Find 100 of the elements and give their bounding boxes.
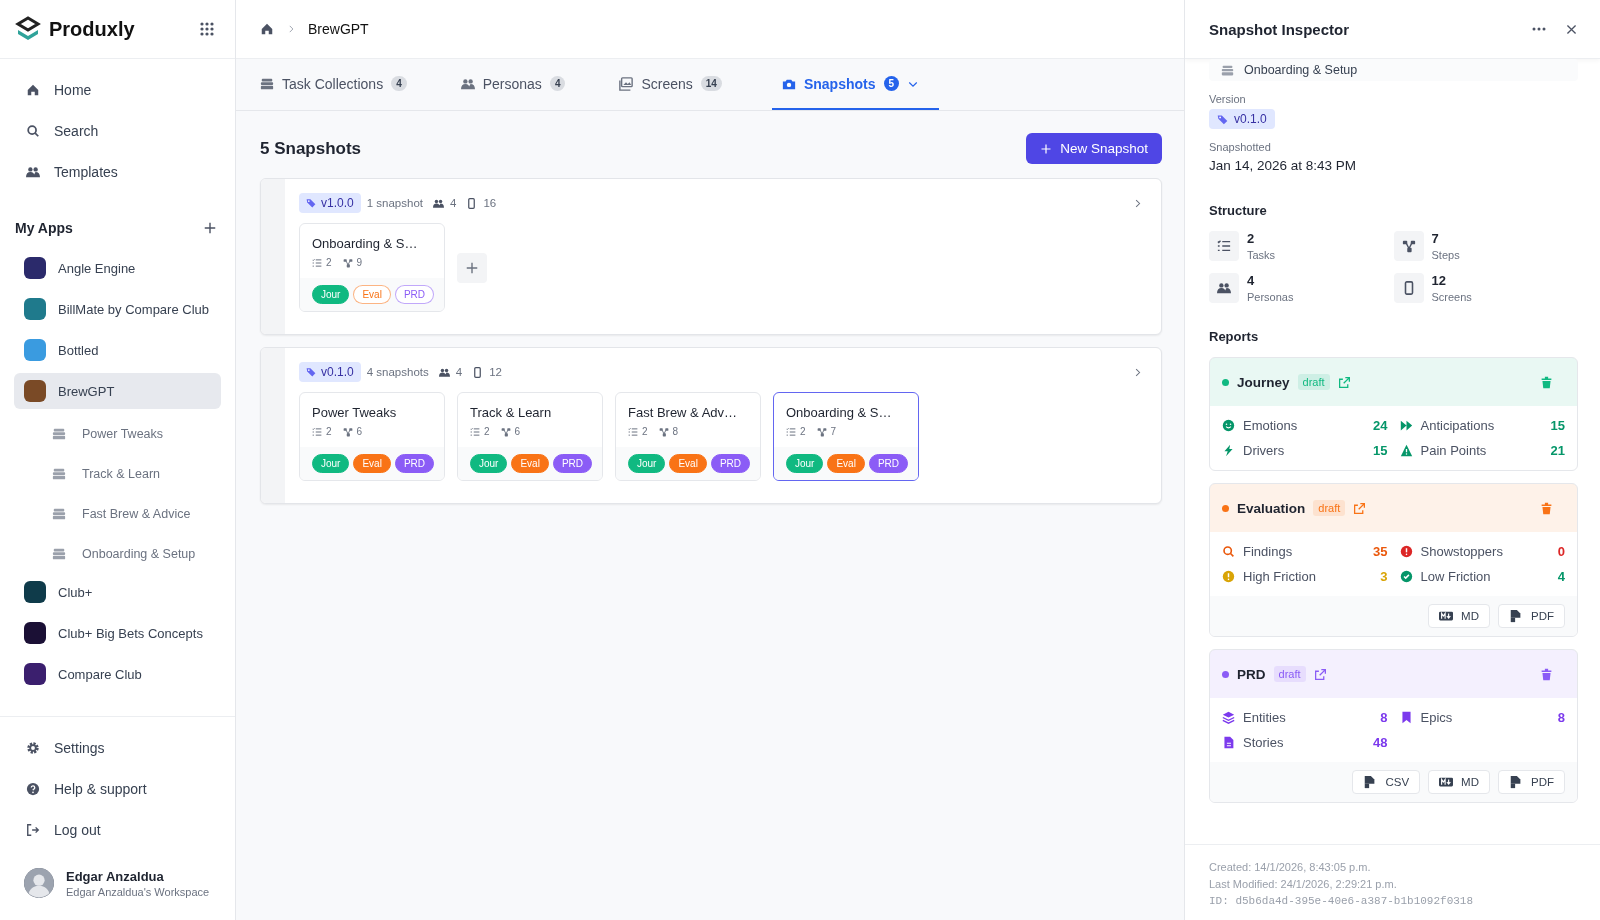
snapshot-card[interactable]: Power Tweaks 2 6 Jour Eval PRD	[299, 392, 445, 481]
tag-icon	[1217, 113, 1228, 125]
checklist-icon	[628, 426, 638, 437]
workspace-name: Edgar Anzaldua's Workspace	[66, 885, 210, 898]
snapshot-card[interactable]: Fast Brew & Adv… 2 8 Jour Eval PRD	[615, 392, 761, 481]
snapshot-card[interactable]: Onboarding & S… 2 7 Jour Eval PRD	[773, 392, 919, 481]
metric-value: 48	[1373, 735, 1388, 750]
step-count: 8	[672, 426, 679, 437]
report-name: Journey	[1237, 374, 1290, 390]
delete-button[interactable]	[1540, 375, 1553, 389]
tab[interactable]: Task Collections 4	[260, 59, 427, 110]
stat-value: 2	[1247, 231, 1256, 246]
close-button[interactable]	[1565, 22, 1578, 36]
tab[interactable]: Screens 14	[615, 59, 742, 110]
export-button[interactable]: MD	[1428, 604, 1490, 628]
collection-item[interactable]: Power Tweaks	[0, 414, 235, 454]
snapshot-card[interactable]: Track & Learn 2 6 Jour Eval PRD	[457, 392, 603, 481]
tab[interactable]: Personas 4	[456, 59, 586, 110]
app-item[interactable]: BrewGPT	[14, 373, 221, 409]
snapshot-title: Fast Brew & Adv…	[628, 405, 739, 420]
nav-link[interactable]: Settings	[14, 727, 221, 768]
phone-icon	[472, 366, 484, 378]
checklist-icon	[470, 426, 480, 437]
check-circle-icon	[1399, 570, 1413, 583]
new-snapshot-button[interactable]: New Snapshot	[1026, 133, 1162, 164]
app-item[interactable]: Club+ Big Bets Concepts	[14, 615, 221, 651]
snapshot-date: Jan 14, 2026 at 8:43 PM	[1209, 158, 1358, 173]
count-badge: 4	[391, 76, 407, 91]
metric-label: High Friction	[1243, 569, 1317, 584]
nav-link[interactable]: Templates	[14, 151, 221, 192]
plus-icon	[465, 261, 479, 275]
app-item[interactable]: BillMate by Compare Club	[14, 291, 221, 327]
status-badge: draft	[1273, 666, 1306, 682]
snapshot-title: Onboarding & S…	[786, 405, 893, 420]
report-badge[interactable]: PRD	[710, 454, 751, 473]
markdown-icon	[1439, 775, 1454, 789]
export-button[interactable]: PDF	[1498, 770, 1565, 794]
export-button[interactable]: MD	[1428, 770, 1490, 794]
checklist-icon	[312, 257, 322, 268]
open-external-button[interactable]	[1337, 375, 1351, 389]
external-link-icon	[1313, 667, 1327, 681]
snapshot-count: 4 snapshots	[366, 366, 429, 378]
report-badge[interactable]: PRD	[394, 454, 435, 473]
document-icon	[1222, 736, 1235, 749]
export-button[interactable]: PDF	[1498, 604, 1565, 628]
step-count: 9	[356, 257, 363, 268]
report-badge[interactable]: PRD	[868, 454, 909, 473]
snapshot-card[interactable]: Onboarding & S… 2 9 Jour Eval PRD	[299, 223, 445, 312]
app-item[interactable]: Bottled	[14, 332, 221, 368]
add-snapshot-button[interactable]	[457, 253, 487, 283]
export-button[interactable]: CSV	[1352, 770, 1421, 794]
status-badge: draft	[1297, 374, 1330, 390]
tab[interactable]: Snapshots 5	[771, 59, 940, 110]
collection-name: Onboarding & Setup	[1244, 63, 1358, 77]
plus-icon	[203, 221, 217, 235]
nav-link[interactable]: Home	[14, 69, 221, 110]
exclamation-icon	[1222, 570, 1235, 583]
stat-value: 4	[1247, 273, 1256, 288]
add-app-button[interactable]	[203, 221, 217, 235]
apps-grid-button[interactable]	[199, 21, 215, 37]
app-item[interactable]: Compare Club	[14, 656, 221, 692]
home-link[interactable]	[260, 22, 274, 36]
nav-link[interactable]: Help & support	[14, 768, 221, 809]
images-icon	[619, 76, 634, 91]
open-external-button[interactable]	[1353, 501, 1367, 515]
metric-value: 0	[1557, 544, 1565, 559]
delete-button[interactable]	[1540, 667, 1553, 681]
app-item[interactable]: Angle Engine	[14, 250, 221, 286]
stat-label: Steps	[1431, 249, 1460, 261]
markdown-icon	[1439, 609, 1454, 623]
nodes-icon	[658, 426, 669, 437]
metric-value: 35	[1373, 544, 1388, 559]
collection-item[interactable]: Track & Learn	[0, 454, 235, 494]
stat-label: Tasks	[1247, 249, 1276, 261]
report-badge[interactable]: PRD	[394, 285, 435, 304]
panel-title: Snapshot Inspector	[1209, 20, 1351, 38]
bookmark-icon	[1399, 711, 1413, 724]
open-external-button[interactable]	[1313, 667, 1327, 681]
report-badge[interactable]: PRD	[552, 454, 593, 473]
metric-label: Emotions	[1243, 418, 1299, 433]
section-title: My Apps	[15, 220, 73, 236]
delete-button[interactable]	[1540, 501, 1553, 515]
nav-link[interactable]: Search	[14, 110, 221, 151]
collection-item[interactable]: Onboarding & Setup	[0, 534, 235, 574]
snapshot-id: ID: d5b6da4d-395e-40e6-a387-b1b1092f0318	[1209, 894, 1475, 909]
nav-link[interactable]: Log out	[14, 809, 221, 850]
plus-icon	[1040, 142, 1053, 155]
section-title: Structure	[1209, 203, 1268, 218]
exclamation-icon	[1399, 545, 1413, 558]
app-item[interactable]: Club+	[14, 574, 221, 610]
breadcrumb-item[interactable]: BrewGPT	[308, 21, 369, 37]
task-count: 2	[642, 426, 648, 437]
meta-text: Created: 14/1/2026, 8:43:05 p.m.	[1209, 860, 1372, 875]
checklist-icon	[312, 426, 322, 437]
persona-count: 4	[449, 197, 457, 209]
stat-value: 7	[1431, 231, 1440, 246]
nodes-icon	[342, 426, 353, 437]
trash-icon	[1540, 667, 1553, 681]
count-badge: 5	[883, 76, 900, 91]
collection-item[interactable]: Fast Brew & Advice	[0, 494, 235, 534]
